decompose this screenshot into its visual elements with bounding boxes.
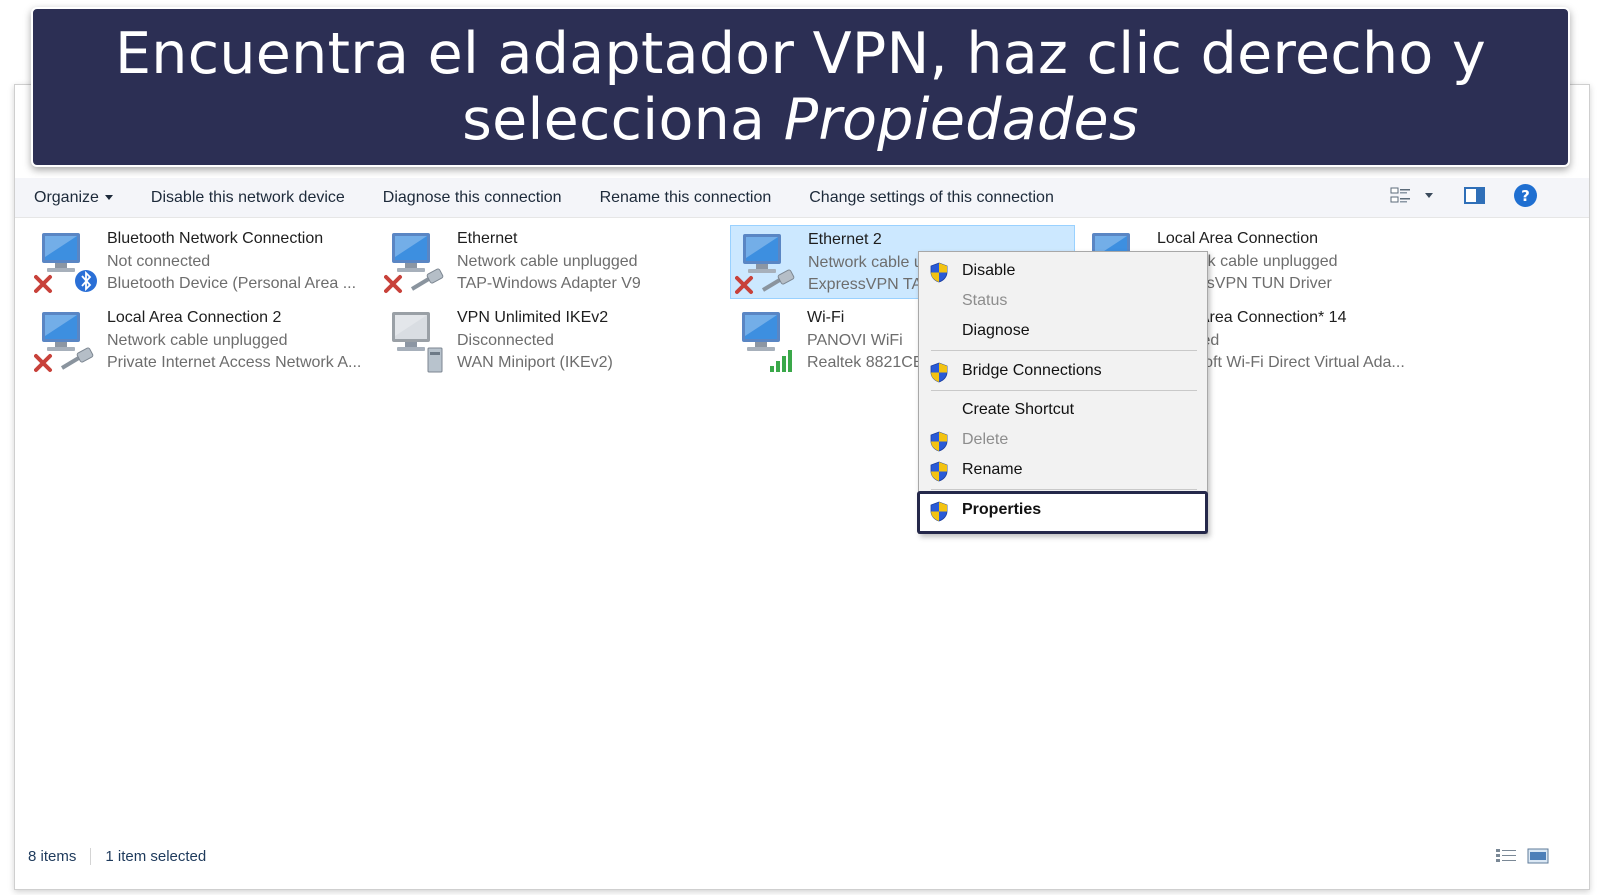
connection-status: Network cable unplugged (107, 331, 288, 349)
menu-item-bridge-connections[interactable]: Bridge Connections (919, 356, 1207, 386)
screen: Encuentra el adaptador VPN, haz clic der… (0, 0, 1599, 895)
connection-status: Not connected (107, 252, 211, 270)
chevron-down-icon (104, 194, 113, 200)
menu-item-diagnose[interactable]: Diagnose (919, 316, 1207, 346)
banner-line-1: Encuentra el adaptador VPN, haz clic der… (114, 21, 1487, 87)
menu-separator (931, 390, 1197, 391)
diagnose-connection-button[interactable]: Diagnose this connection (364, 189, 581, 207)
connection-device: WAN Miniport (IKEv2) (457, 354, 613, 371)
menu-separator (931, 489, 1197, 490)
menu-item-label: Delete (962, 431, 1009, 448)
connection-status: Network cable unplugged (457, 252, 638, 270)
menu-item-label: Status (962, 292, 1008, 309)
menu-item-label: Disable (962, 262, 1016, 279)
uac-shield-icon (930, 262, 948, 283)
connection-item[interactable]: Ethernet Network cable unplugged TAP-Win… (380, 225, 725, 299)
context-menu: Disable Status Diagnose Bridge Connectio… (917, 251, 1208, 534)
connection-name: Local Area Connection (1157, 230, 1318, 247)
command-bar: Organize Disable this network device Dia… (15, 178, 1589, 218)
uac-shield-icon (930, 431, 948, 452)
connection-device: Bluetooth Device (Personal Area ... (107, 275, 357, 292)
rename-connection-button[interactable]: Rename this connection (581, 189, 791, 207)
menu-item-rename[interactable]: Rename (919, 455, 1207, 485)
menu-item-delete[interactable]: Delete (919, 425, 1207, 455)
menu-item-label: Rename (962, 461, 1023, 478)
connection-item[interactable]: Bluetooth Network Connection Not connect… (30, 225, 375, 299)
menu-item-label: Diagnose (962, 322, 1030, 339)
status-bar: 8 items 1 item selected (15, 842, 1589, 870)
connection-text: Local Area Connection 2 Network cable un… (107, 307, 372, 375)
banner-line-2-emphasis: Propiedades (783, 87, 1139, 153)
connection-text: VPN Unlimited IKEv2 Disconnected WAN Min… (457, 307, 722, 375)
menu-item-create-shortcut[interactable]: Create Shortcut (919, 395, 1207, 425)
help-icon[interactable]: ? (1514, 184, 1537, 207)
disable-device-button[interactable]: Disable this network device (132, 189, 364, 207)
connection-text: Ethernet Network cable unplugged TAP-Win… (457, 228, 722, 296)
view-toggle-group (1495, 848, 1549, 864)
view-options-chevron-icon[interactable] (1425, 193, 1433, 198)
change-settings-button[interactable]: Change settings of this connection (790, 189, 1073, 207)
properties-highlight-box (917, 491, 1208, 534)
instruction-banner: Encuentra el adaptador VPN, haz clic der… (31, 7, 1570, 167)
connection-name: VPN Unlimited IKEv2 (457, 309, 609, 326)
connection-name: Ethernet (457, 230, 518, 247)
uac-shield-icon (930, 461, 948, 482)
menu-item-disable[interactable]: Disable (919, 256, 1207, 286)
organize-label: Organize (34, 188, 99, 206)
menu-separator (931, 350, 1197, 351)
vpn-connection-icon (392, 312, 443, 373)
connection-name: Ethernet 2 (808, 231, 882, 248)
banner-line-2-prefix: selecciona (462, 87, 784, 153)
connection-item[interactable]: Local Area Connection 2 Network cable un… (30, 304, 375, 378)
connection-item[interactable]: VPN Unlimited IKEv2 Disconnected WAN Min… (380, 304, 725, 378)
connection-device: TAP-Windows Adapter V9 (457, 275, 641, 292)
connection-name: Local Area Connection 2 (107, 309, 282, 326)
menu-item-label: Bridge Connections (962, 362, 1102, 379)
network-cable-unplugged-icon (384, 233, 444, 293)
connection-name: Bluetooth Network Connection (107, 230, 324, 247)
details-view-icon[interactable] (1495, 848, 1517, 864)
change-view-icon[interactable] (1390, 186, 1412, 206)
item-count: 8 items (15, 847, 92, 865)
menu-item-label: Create Shortcut (962, 401, 1075, 418)
selection-count: 1 item selected (105, 847, 207, 865)
uac-shield-icon (930, 362, 948, 383)
network-cable-unplugged-icon (735, 234, 795, 294)
preview-pane-icon[interactable] (1464, 187, 1485, 204)
connection-status: Disconnected (457, 331, 554, 349)
organize-button[interactable]: Organize (15, 189, 132, 207)
menu-item-status[interactable]: Status (919, 286, 1207, 316)
connection-text: Bluetooth Network Connection Not connect… (107, 228, 372, 296)
network-disconnected-bluetooth-icon (34, 233, 97, 293)
banner-line-2: selecciona Propiedades (462, 87, 1139, 153)
wifi-signal-icon (742, 312, 792, 372)
network-cable-unplugged-icon (34, 312, 94, 372)
large-icons-view-icon[interactable] (1527, 848, 1549, 864)
connection-device: Private Internet Access Network A... (107, 354, 362, 371)
